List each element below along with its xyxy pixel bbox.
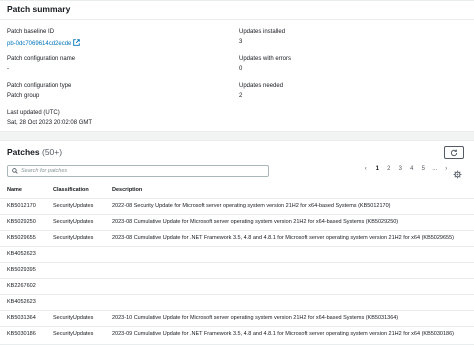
updates-installed-value: 3 [239,39,243,45]
patch-name: KB5031364 [7,315,36,321]
column-header-description[interactable]: Description [112,187,474,193]
table-row[interactable]: KB2267602 [0,278,474,293]
patch-name: KB5030186 [7,331,36,337]
patch-name: KB2267602 [7,283,36,289]
patch-classification: SecurityUpdates [53,203,94,209]
page-ellipsis: ... [432,166,438,172]
page-1[interactable]: 1 [372,166,384,172]
updates-needed-value: 2 [239,93,243,99]
table-row[interactable]: KB5029655 SecurityUpdates 2023-08 Cumula… [0,230,474,245]
patch-config-name-value: - [7,66,9,72]
patch-description: 2023-10 Cumulative Update for Microsoft … [112,315,399,321]
patches-count: (50+) [41,147,63,157]
patch-name: KB5029655 [7,235,36,241]
search-icon [12,168,18,174]
patch-name: KB4052623 [7,299,36,305]
patch-summary-panel: Patch summary Patch baseline ID pb-0dc70… [0,0,474,132]
search-box[interactable] [7,165,269,177]
patches-title: Patches (50+) [7,147,62,157]
search-input[interactable] [21,168,261,174]
pagination: ‹ 1 2 3 4 5 ... › [360,166,452,172]
patch-config-name-label: Patch configuration name [7,56,76,62]
patch-description: 2022-08 Security Update for Microsoft se… [112,203,391,209]
patch-description: 2023-08 Cumulative Update for Microsoft … [112,219,399,225]
page-2[interactable]: 2 [383,166,395,172]
patch-classification: SecurityUpdates [53,219,94,225]
column-header-classification[interactable]: Classification [53,187,108,193]
table-row[interactable]: KB5012170 SecurityUpdates 2022-08 Securi… [0,198,474,213]
updates-installed-label: Updates installed [239,29,286,35]
table-row[interactable]: KB5029250 SecurityUpdates 2023-08 Cumula… [0,214,474,229]
patch-config-name-field: Patch configuration name - [7,56,75,72]
patch-name: KB4052623 [7,251,36,257]
refresh-icon [450,149,458,156]
patch-summary-title: Patch summary [7,4,71,14]
patch-name: KB5029395 [7,267,36,273]
updates-errors-value: 0 [239,66,243,72]
patches-title-text: Patches [7,147,40,157]
next-page-icon[interactable]: › [441,166,453,172]
patch-description: 2023-09 Cumulative Update for .NET Frame… [112,331,454,337]
patch-classification: SecurityUpdates [53,235,94,241]
updates-needed-label: Updates needed [239,83,284,89]
patch-baseline-label: Patch baseline ID [7,29,55,35]
patch-config-type-label: Patch configuration type [7,83,72,89]
table-row[interactable]: KB5031364 SecurityUpdates 2023-10 Cumula… [0,310,474,325]
patch-baseline-field: Patch baseline ID pb-0dc7069614cd2ecde [7,29,81,48]
page-5[interactable]: 5 [418,166,430,172]
patch-config-type-value: Patch group [7,93,40,99]
refresh-button[interactable] [444,146,464,159]
last-updated-value: Sat, 28 Oct 2023 20:02:08 GMT [7,120,93,126]
column-header-name[interactable]: Name [7,187,51,193]
table-row[interactable]: KB4052623 [0,246,474,261]
patch-config-type-field: Patch configuration type Patch group [7,83,71,99]
patch-description: 2023-08 Cumulative Update for .NET Frame… [112,235,454,241]
prev-page-icon[interactable]: ‹ [360,166,372,172]
updates-errors-label: Updates with errors [239,56,292,62]
patches-panel: Patches (50+) ‹ 1 2 3 4 5 ... › Name C [0,140,474,345]
patch-classification: SecurityUpdates [53,315,94,321]
page-4[interactable]: 4 [406,166,418,172]
divider [0,19,474,20]
table-header: Name Classification Description [0,187,474,197]
page-3[interactable]: 3 [395,166,407,172]
last-updated-label: Last updated (UTC) [7,110,60,116]
updates-errors-field: Updates with errors 0 [239,56,291,72]
table-row[interactable]: KB5030186 SecurityUpdates 2023-09 Cumula… [0,326,474,341]
patch-classification: SecurityUpdates [53,331,94,337]
patch-baseline-link[interactable]: pb-0dc7069614cd2ecde [7,41,71,47]
table-row[interactable]: KB5029395 [0,262,474,277]
settings-gear-icon[interactable] [453,166,462,184]
table-row[interactable]: KB4052623 [0,294,474,309]
external-link-icon[interactable] [73,39,81,48]
patch-name: KB5029250 [7,219,36,225]
patch-name: KB5012170 [7,203,36,209]
updates-installed-field: Updates installed 3 [239,29,285,45]
updates-needed-field: Updates needed 2 [239,83,283,99]
last-updated-field: Last updated (UTC) Sat, 28 Oct 2023 20:0… [7,110,92,126]
